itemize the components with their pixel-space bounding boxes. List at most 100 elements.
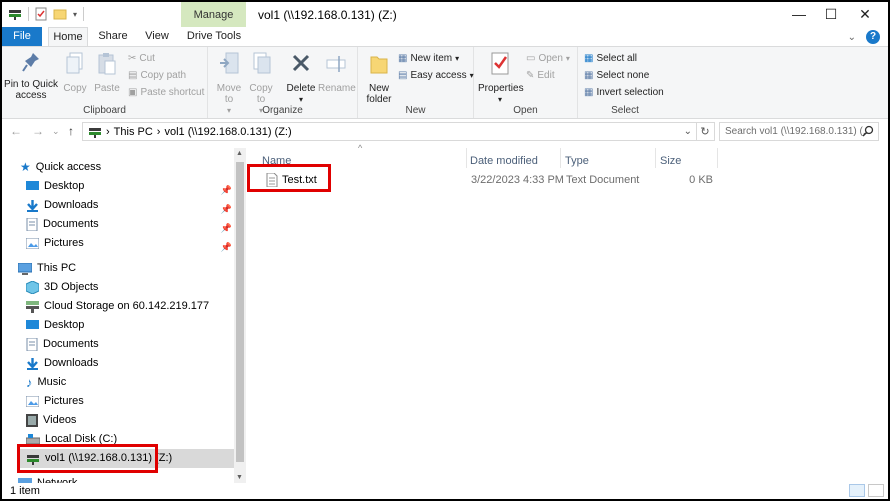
nav-this-pc[interactable]: This PC: [18, 259, 234, 278]
scrollbar-thumb[interactable]: [236, 162, 244, 462]
nav-quick-access[interactable]: ★ Quick access: [20, 158, 234, 177]
copy-label: Copy: [63, 83, 87, 94]
delete-icon: [292, 54, 310, 72]
desktop-icon: [26, 320, 39, 329]
paste-shortcut-icon: ▣: [128, 87, 138, 98]
nav-videos[interactable]: Videos: [26, 411, 234, 430]
tab-drive-tools[interactable]: Drive Tools: [183, 27, 245, 47]
column-separator[interactable]: [466, 148, 467, 168]
invert-selection-icon: ▦: [584, 87, 594, 98]
close-button[interactable]: ✕: [842, 2, 888, 27]
column-date-modified[interactable]: Date modified: [470, 152, 560, 170]
copy-to-label: Copy to: [249, 83, 273, 105]
highlight-box-file: [247, 164, 331, 192]
pin-icon: [22, 53, 39, 72]
select-all-button[interactable]: ▦ Select all: [584, 53, 637, 64]
ribbon-controls: ⌄ ?: [848, 30, 880, 44]
file-type: Text Document: [566, 174, 640, 186]
select-none-label: Select none: [596, 70, 650, 81]
properties-icon[interactable]: [35, 7, 47, 21]
help-icon[interactable]: ?: [866, 30, 880, 44]
search-input[interactable]: Search vol1 (\\192.168.0.131) (...: [719, 122, 879, 141]
group-label: Organize: [262, 105, 303, 116]
nav-quick-documents[interactable]: Documents 📌: [26, 215, 234, 234]
column-separator[interactable]: [655, 148, 656, 168]
delete-button[interactable]: Delete ▾: [284, 51, 318, 105]
search-icon: [862, 125, 874, 137]
item-count: 1 item: [10, 485, 40, 497]
up-arrow-icon[interactable]: ↑: [68, 124, 74, 138]
pin-to-quick-access-button[interactable]: Pin to Quick access: [4, 51, 58, 101]
copy-to-icon: [253, 52, 271, 74]
cut-button[interactable]: ✂ Cut: [128, 53, 155, 64]
nav-desktop[interactable]: Desktop: [26, 316, 234, 335]
breadcrumb-separator[interactable]: ›: [157, 126, 161, 138]
open-button[interactable]: ▭ Open ▾: [526, 53, 570, 64]
nav-music[interactable]: ♪ Music: [26, 373, 234, 392]
address-bar[interactable]: › This PC › vol1 (\\192.168.0.131) (Z:) …: [82, 122, 697, 141]
drive-icon: [89, 127, 101, 138]
properties-button[interactable]: Properties ▾: [478, 51, 524, 105]
new-folder-icon[interactable]: [53, 8, 67, 20]
chevron-down-icon[interactable]: ⌄: [684, 126, 692, 137]
scroll-up-icon[interactable]: ▲: [236, 150, 243, 157]
paste-button[interactable]: Paste: [92, 51, 122, 94]
nav-label: Downloads: [44, 357, 99, 369]
paste-icon: [98, 53, 116, 75]
ribbon: Pin to Quick access Copy Paste ✂ Cut ▤ Cop…: [2, 46, 888, 119]
nav-documents[interactable]: Documents: [26, 335, 234, 354]
refresh-button[interactable]: ↻: [696, 122, 715, 141]
nav-quick-downloads[interactable]: Downloads 📌: [26, 196, 234, 215]
status-bar: 1 item: [2, 483, 888, 499]
download-icon: [27, 357, 38, 370]
select-all-label: Select all: [596, 53, 638, 64]
copy-path-button[interactable]: ▤ Copy path: [128, 70, 186, 81]
column-size[interactable]: Size: [660, 152, 715, 170]
nav-cloud-storage[interactable]: Cloud Storage on 60.142.219.177: [26, 297, 234, 316]
nav-label: Documents: [43, 218, 99, 230]
column-separator[interactable]: [717, 148, 718, 168]
edit-button[interactable]: ✎ Edit: [526, 70, 555, 81]
forward-arrow-icon[interactable]: →: [32, 124, 44, 138]
nav-3d-objects[interactable]: 3D Objects: [26, 278, 234, 297]
breadcrumb-this-pc[interactable]: This PC: [114, 126, 153, 138]
tab-home[interactable]: Home: [48, 27, 88, 48]
chevron-down-icon[interactable]: ⌄: [848, 32, 856, 43]
nav-label: This PC: [37, 262, 77, 274]
copy-icon: [66, 52, 83, 74]
nav-quick-pictures[interactable]: Pictures 📌: [26, 234, 234, 253]
nav-network[interactable]: Network: [18, 474, 234, 483]
nav-pictures[interactable]: Pictures: [26, 392, 234, 411]
details-view-icon[interactable]: [849, 484, 865, 497]
new-item-label: New item: [410, 53, 453, 64]
rename-button[interactable]: Rename: [318, 51, 356, 94]
copy-button[interactable]: Copy: [60, 51, 90, 94]
column-type[interactable]: Type: [565, 152, 653, 170]
nav-scrollbar[interactable]: ▲ ▼: [234, 148, 246, 483]
invert-selection-button[interactable]: ▦ Invert selection: [584, 87, 664, 98]
large-icons-view-icon[interactable]: [868, 484, 884, 497]
tab-share[interactable]: Share: [94, 27, 132, 47]
select-none-button[interactable]: ▦ Select none: [584, 70, 649, 81]
column-separator[interactable]: [560, 148, 561, 168]
scroll-down-icon[interactable]: ▼: [236, 474, 243, 481]
nav-label: Quick access: [35, 161, 102, 173]
invert-selection-label: Invert selection: [596, 87, 664, 98]
nav-downloads[interactable]: Downloads: [26, 354, 234, 373]
tab-view[interactable]: View: [140, 27, 174, 47]
nav-quick-desktop[interactable]: Desktop 📌: [26, 177, 234, 196]
new-folder-button[interactable]: New folder: [362, 51, 396, 105]
paste-shortcut-button[interactable]: ▣ Paste shortcut: [128, 87, 204, 98]
tab-file[interactable]: File: [2, 27, 42, 47]
breadcrumb-separator[interactable]: ›: [106, 126, 110, 138]
nav-label: Music: [37, 376, 67, 388]
file-date: 3/22/2023 4:33 PM: [471, 174, 564, 186]
easy-access-button[interactable]: ▤ Easy access ▾: [398, 70, 474, 81]
breadcrumb-vol1[interactable]: vol1 (\\192.168.0.131) (Z:): [164, 126, 291, 138]
recent-dropdown-icon[interactable]: ⌄: [52, 126, 60, 137]
new-item-button[interactable]: ▦ New item ▾: [398, 53, 459, 64]
tab-manage[interactable]: Manage: [181, 2, 246, 27]
highlight-box-drive: [17, 444, 158, 473]
back-arrow-icon[interactable]: ←: [10, 124, 22, 138]
chevron-down-icon[interactable]: ▾: [73, 10, 77, 19]
